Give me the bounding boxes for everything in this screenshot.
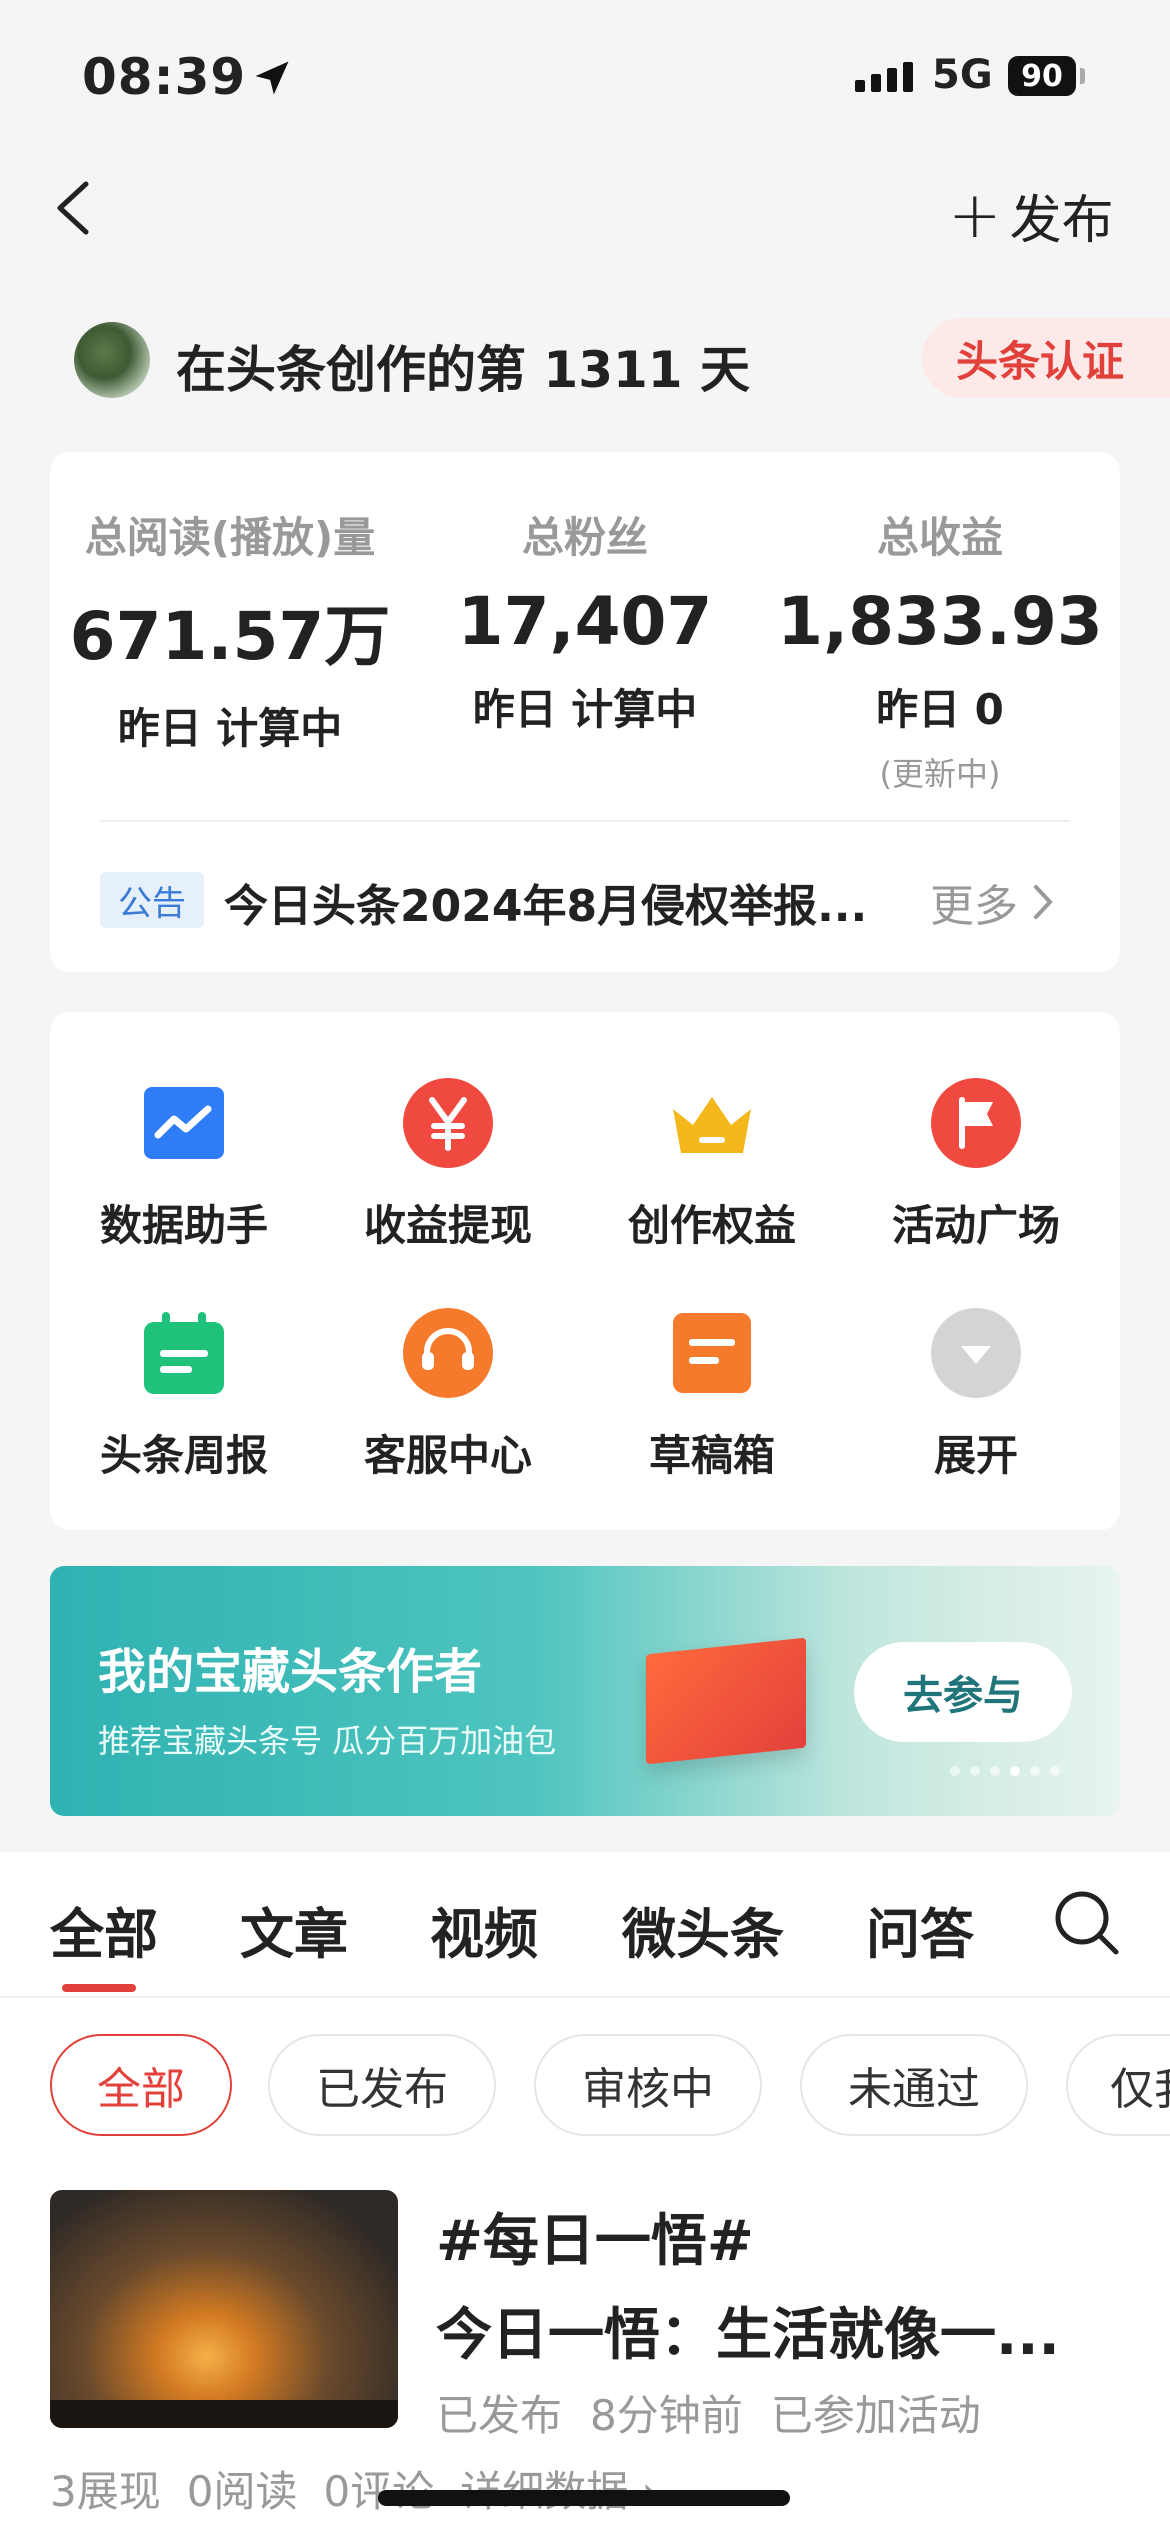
filter-reviewing[interactable]: 审核中 bbox=[534, 2034, 762, 2136]
stat-label: 总收益 bbox=[876, 513, 1003, 562]
post-impressions: 3展现 bbox=[50, 2467, 161, 2516]
filter-published[interactable]: 已发布 bbox=[268, 2034, 496, 2136]
post-title[interactable]: 今日一悟：生活就像一... bbox=[436, 2290, 1136, 2371]
tab-micro-posts[interactable]: 微头条 bbox=[622, 1890, 784, 1969]
creation-days-text: 在头条创作的第 1311 天 bbox=[176, 341, 750, 399]
carousel-dots bbox=[950, 1766, 1060, 1776]
post-activity: 已参加活动 bbox=[770, 2391, 981, 2440]
stat-sub: 昨日 计算中 bbox=[117, 704, 343, 753]
divider bbox=[0, 1996, 1170, 1998]
post-stats: 3展现 0阅读 0评论 详细数据 › bbox=[50, 2458, 658, 2519]
filter-rejected[interactable]: 未通过 bbox=[800, 2034, 1028, 2136]
location-arrow-icon bbox=[255, 61, 289, 95]
stat-total-reads[interactable]: 总阅读(播放)量 671.57万 昨日 计算中 bbox=[50, 504, 410, 756]
chevron-right-icon bbox=[1034, 885, 1053, 919]
stat-total-earnings[interactable]: 总收益 1,833.93 昨日 0 (更新中) bbox=[760, 504, 1120, 795]
publish-button[interactable]: + 发布 bbox=[948, 178, 1114, 253]
promo-banner[interactable]: 我的宝藏头条作者 推荐宝藏头条号 瓜分百万加油包 去参与 bbox=[50, 1566, 1120, 1816]
tool-activity-plaza[interactable]: 活动广场 bbox=[842, 1076, 1110, 1253]
certification-badge[interactable]: 头条认证 bbox=[922, 318, 1170, 398]
plus-icon: + bbox=[948, 178, 1002, 253]
tool-label: 创作权益 bbox=[627, 1201, 796, 1250]
stat-label: 总粉丝 bbox=[521, 513, 648, 562]
tab-articles[interactable]: 文章 bbox=[240, 1890, 348, 1969]
notice-more-label: 更多 bbox=[930, 881, 1018, 932]
back-icon[interactable] bbox=[48, 178, 98, 238]
banner-illustration bbox=[646, 1637, 806, 1765]
filter-only-me[interactable]: 仅我 bbox=[1066, 2034, 1170, 2136]
filter-all[interactable]: 全部 bbox=[50, 2034, 232, 2136]
home-indicator bbox=[378, 2490, 790, 2506]
stat-value: 1,833.93 bbox=[777, 583, 1103, 660]
notice-text[interactable]: 今日头条2024年8月侵权举报... bbox=[224, 870, 904, 934]
post-time: 8分钟前 bbox=[590, 2391, 743, 2440]
tool-creator-rights[interactable]: 创作权益 bbox=[578, 1076, 846, 1253]
avatar[interactable] bbox=[74, 322, 150, 398]
tools-card: 数据助手 收益提现 创作权益 活动广场 头条周报 客服中心 草稿箱 展开 bbox=[50, 1012, 1120, 1530]
expand-icon bbox=[929, 1306, 1023, 1400]
tool-drafts[interactable]: 草稿箱 bbox=[578, 1306, 846, 1483]
tool-label: 数据助手 bbox=[99, 1201, 268, 1250]
post-status: 已发布 bbox=[436, 2391, 563, 2440]
tool-weekly-report[interactable]: 头条周报 bbox=[50, 1306, 318, 1483]
post-meta: 已发布 8分钟前 已参加活动 bbox=[436, 2382, 981, 2443]
stat-sub: 昨日 计算中 bbox=[472, 685, 698, 734]
battery-icon: 90 bbox=[1008, 56, 1076, 96]
banner-subtitle: 推荐宝藏头条号 瓜分百万加油包 bbox=[98, 1722, 557, 1760]
tool-customer-service[interactable]: 客服中心 bbox=[314, 1306, 582, 1483]
chart-icon bbox=[137, 1076, 231, 1170]
signal-icon bbox=[855, 62, 913, 92]
tab-videos[interactable]: 视频 bbox=[430, 1890, 538, 1969]
tool-label: 客服中心 bbox=[363, 1431, 532, 1480]
draft-icon bbox=[665, 1306, 759, 1400]
network-label: 5G bbox=[932, 52, 993, 98]
stat-value: 17,407 bbox=[457, 583, 713, 660]
tool-earnings-withdraw[interactable]: 收益提现 bbox=[314, 1076, 582, 1253]
calendar-icon bbox=[137, 1306, 231, 1400]
tool-label: 展开 bbox=[933, 1431, 1018, 1480]
banner-join-button[interactable]: 去参与 bbox=[854, 1642, 1072, 1742]
tab-qa[interactable]: 问答 bbox=[866, 1890, 974, 1969]
search-icon[interactable] bbox=[1052, 1888, 1122, 1958]
yen-icon bbox=[401, 1076, 495, 1170]
status-time: 08:39 bbox=[82, 48, 247, 106]
post-reads: 0阅读 bbox=[186, 2467, 298, 2516]
stat-value: 671.57万 bbox=[69, 598, 391, 675]
battery-tip bbox=[1080, 68, 1085, 84]
tool-label: 草稿箱 bbox=[648, 1431, 775, 1480]
stat-sub: 昨日 0 bbox=[876, 685, 1004, 734]
stat-label: 总阅读(播放)量 bbox=[84, 513, 376, 562]
crown-icon bbox=[665, 1076, 759, 1170]
post-thumbnail[interactable] bbox=[50, 2190, 398, 2428]
notice-more-link[interactable]: 更多 bbox=[930, 870, 1054, 934]
post-thumbnail-treeline bbox=[50, 2400, 398, 2428]
tab-all[interactable]: 全部 bbox=[50, 1890, 158, 1969]
divider bbox=[100, 820, 1070, 822]
publish-label: 发布 bbox=[1009, 191, 1114, 251]
headset-icon bbox=[401, 1306, 495, 1400]
tool-data-assistant[interactable]: 数据助手 bbox=[50, 1076, 318, 1253]
notice-tag: 公告 bbox=[100, 872, 204, 928]
tool-label: 头条周报 bbox=[99, 1431, 268, 1480]
stat-total-fans[interactable]: 总粉丝 17,407 昨日 计算中 bbox=[405, 504, 765, 737]
tool-label: 活动广场 bbox=[891, 1201, 1060, 1250]
flag-icon bbox=[929, 1076, 1023, 1170]
stat-updating: (更新中) bbox=[879, 755, 1001, 793]
post-hashtag[interactable]: #每日一悟# bbox=[436, 2196, 754, 2277]
banner-title: 我的宝藏头条作者 bbox=[98, 1644, 483, 1700]
tool-expand[interactable]: 展开 bbox=[842, 1306, 1110, 1483]
stats-card: 总阅读(播放)量 671.57万 昨日 计算中 总粉丝 17,407 昨日 计算… bbox=[50, 452, 1120, 972]
post-details-link[interactable]: 详细数据 › bbox=[460, 2458, 658, 2519]
tool-label: 收益提现 bbox=[363, 1201, 532, 1250]
tab-active-indicator bbox=[62, 1984, 136, 1992]
post-comments: 0评论 bbox=[323, 2467, 435, 2516]
